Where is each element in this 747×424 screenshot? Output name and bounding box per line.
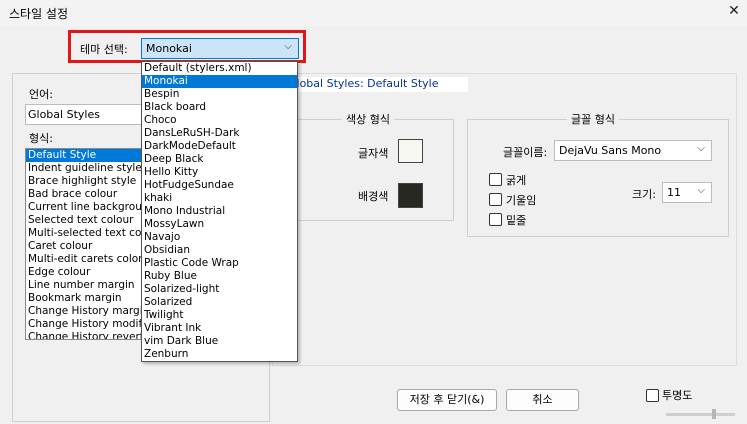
transparency-slider[interactable]: [666, 413, 735, 416]
style-list-item[interactable]: Line number margin: [26, 279, 142, 292]
style-list-item[interactable]: Edge colour: [26, 266, 142, 279]
italic-checkbox[interactable]: [489, 193, 502, 206]
style-list-item[interactable]: Brace highlight style: [26, 175, 142, 188]
theme-selected-value: Monokai: [146, 42, 192, 55]
theme-option[interactable]: khaki: [142, 192, 297, 205]
chevron-down-icon: ⌵: [697, 143, 705, 154]
style-list-item[interactable]: Multi-selected text colour: [26, 227, 142, 240]
theme-option[interactable]: Navajo: [142, 231, 297, 244]
font-name-value: DejaVu Sans Mono: [559, 144, 662, 157]
theme-option[interactable]: Choco: [142, 114, 297, 127]
theme-option[interactable]: Default (stylers.xml): [142, 62, 297, 75]
theme-option[interactable]: vim Dark Blue: [142, 335, 297, 348]
style-list[interactable]: Default Style Indent guideline style Brace…: [25, 148, 143, 340]
style-list-item[interactable]: Multi-edit carets color: [26, 253, 142, 266]
foreground-label: 글자색: [358, 147, 389, 160]
color-style-group: [294, 119, 454, 221]
chevron-down-icon: ⌵: [284, 41, 292, 52]
color-style-legend: 색상 형식: [342, 111, 394, 127]
theme-option[interactable]: Vibrant Ink: [142, 322, 297, 335]
underline-label: 밑줄: [506, 214, 527, 227]
foreground-color-swatch[interactable]: [398, 139, 423, 163]
cancel-button[interactable]: 취소: [506, 389, 579, 411]
style-list-item[interactable]: Indent guideline style: [26, 162, 142, 175]
style-list-item[interactable]: Bookmark margin: [26, 292, 142, 305]
transparency-label: 투명도: [662, 389, 693, 402]
style-list-item[interactable]: Bad brace colour: [26, 188, 142, 201]
theme-option[interactable]: MossyLawn: [142, 218, 297, 231]
theme-option[interactable]: Twilight: [142, 309, 297, 322]
theme-option[interactable]: Solarized: [142, 296, 297, 309]
theme-option[interactable]: Solarized-light: [142, 283, 297, 296]
theme-option[interactable]: Monokai: [142, 75, 297, 88]
font-style-legend: 글꼴 형식: [567, 111, 619, 127]
theme-option[interactable]: Mono Industrial: [142, 205, 297, 218]
window-title: 스타일 설정: [9, 7, 69, 21]
theme-option[interactable]: Hello Kitty: [142, 166, 297, 179]
theme-option[interactable]: Ruby Blue: [142, 270, 297, 283]
style-list-item[interactable]: Current line background colour: [26, 201, 142, 214]
font-name-label: 글꼴이름:: [503, 146, 548, 159]
theme-label: 테마 선택:: [80, 43, 128, 56]
theme-option[interactable]: Black board: [142, 101, 297, 114]
bold-label: 굵게: [506, 174, 527, 187]
style-list-item[interactable]: Change History reverted: [26, 331, 142, 339]
italic-label: 기울임: [506, 194, 537, 207]
style-title: Global Styles: Default Style: [287, 77, 468, 92]
underline-checkbox[interactable]: [489, 213, 502, 226]
theme-select[interactable]: Monokai ⌵: [141, 38, 299, 59]
close-icon[interactable]: ✕: [726, 3, 742, 21]
theme-option[interactable]: Bespin: [142, 88, 297, 101]
title-bar: [0, 0, 747, 26]
save-close-button[interactable]: 저장 후 닫기(&): [397, 389, 497, 411]
style-label: 형식:: [29, 132, 53, 145]
background-color-swatch[interactable]: [398, 183, 423, 208]
transparency-slider-thumb[interactable]: [712, 409, 716, 419]
style-list-item[interactable]: Selected text colour: [26, 214, 142, 227]
font-size-label: 크기:: [632, 188, 656, 201]
theme-option[interactable]: Deep Black: [142, 153, 297, 166]
theme-option[interactable]: DarkModeDefault: [142, 140, 297, 153]
theme-option[interactable]: HotFudgeSundae: [142, 179, 297, 192]
language-label: 언어:: [29, 88, 53, 101]
theme-option[interactable]: Obsidian: [142, 244, 297, 257]
theme-option[interactable]: DansLeRuSH-Dark: [142, 127, 297, 140]
style-list-item[interactable]: Change History modified: [26, 318, 142, 331]
bold-checkbox[interactable]: [489, 173, 502, 186]
style-list-item[interactable]: Caret colour: [26, 240, 142, 253]
font-name-select[interactable]: DejaVu Sans Mono ⌵: [554, 140, 712, 161]
language-select[interactable]: Global Styles: [25, 104, 143, 125]
style-list-item[interactable]: Default Style: [26, 149, 142, 162]
theme-dropdown-list[interactable]: Default (stylers.xml) Monokai Bespin Black …: [141, 61, 298, 362]
font-size-value: 11: [667, 186, 681, 199]
theme-option[interactable]: Plastic Code Wrap: [142, 257, 297, 270]
background-label: 배경색: [358, 190, 389, 203]
font-size-select[interactable]: 11 ⌵: [662, 182, 712, 203]
theme-option[interactable]: Zenburn: [142, 348, 297, 361]
chevron-down-icon: ⌵: [697, 185, 705, 196]
style-list-item[interactable]: Change History margin: [26, 305, 142, 318]
transparency-checkbox[interactable]: [646, 389, 659, 402]
